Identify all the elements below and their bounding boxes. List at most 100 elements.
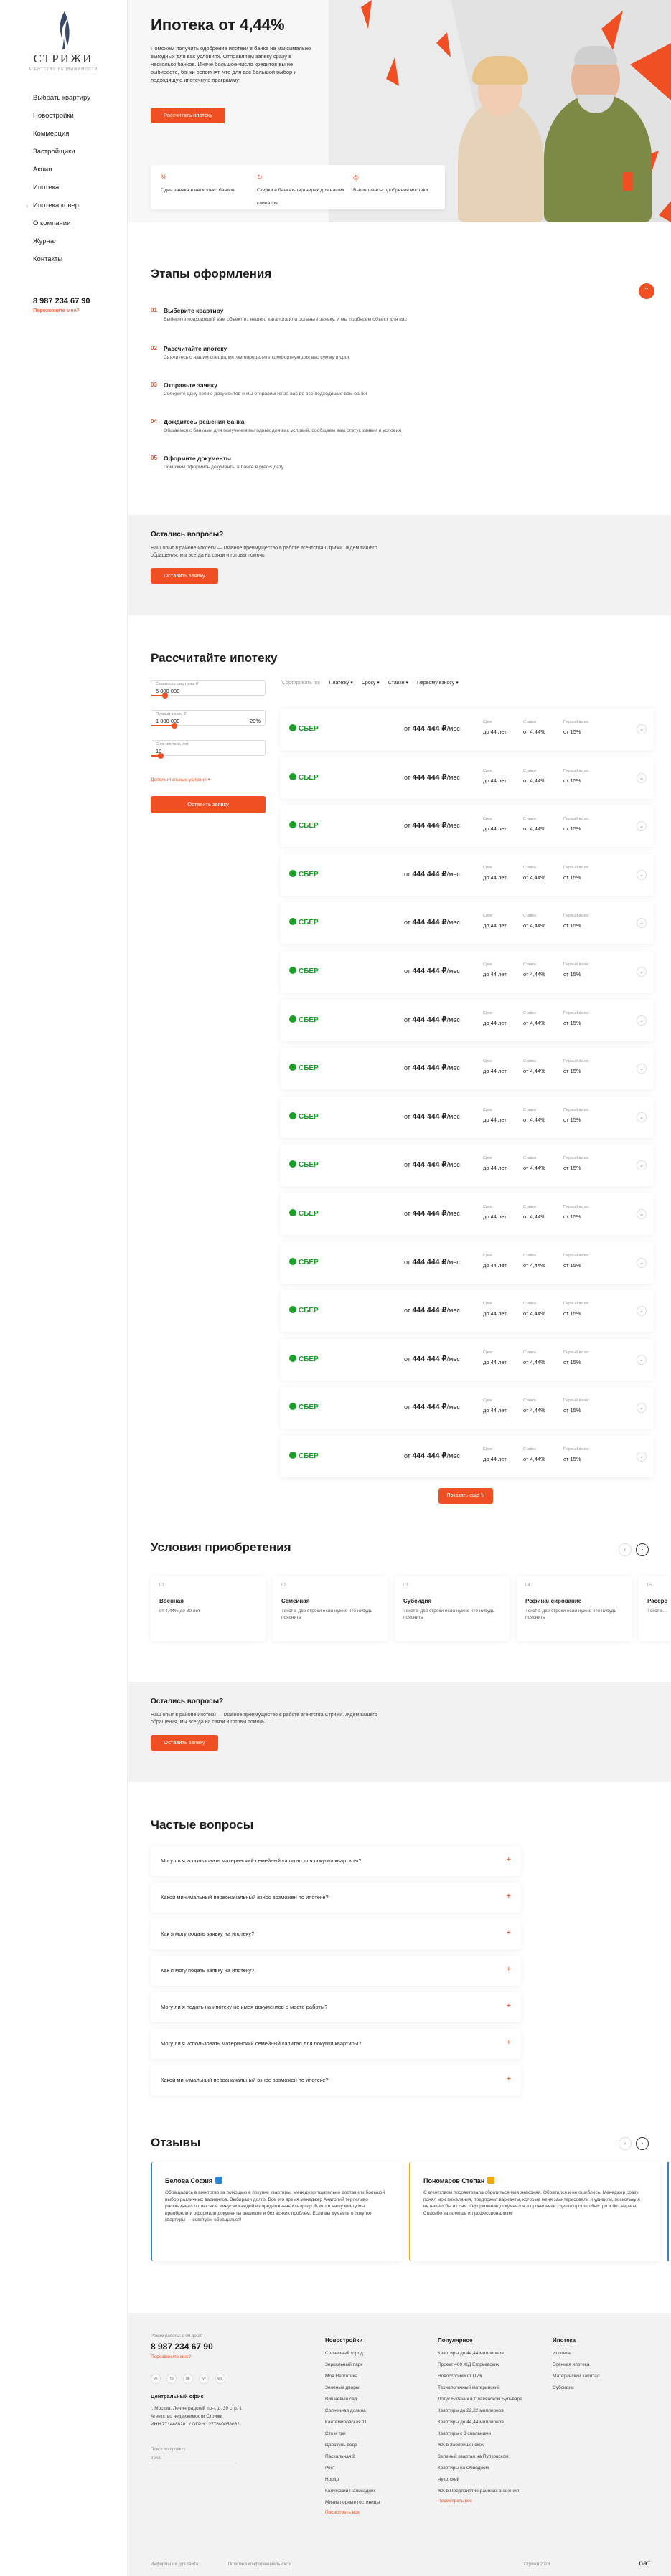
nav-item-apartments[interactable]: Выбрать квартиру <box>33 93 90 111</box>
offer-expand-button[interactable]: ⌄ <box>637 1452 647 1462</box>
footer-link[interactable]: Новостройки от ПИК <box>438 2372 522 2384</box>
apartment-price-input[interactable]: Стоимость квартиры, ₽ 5 000 000 <box>151 680 266 699</box>
faq-item[interactable]: Как я могу подать заявку на ипотеку? + <box>151 1919 521 1949</box>
condition-card[interactable]: 03 Субсидия Текст в две строки если нужн… <box>395 1576 510 1641</box>
footer-link[interactable]: ЖК в Предприятие районах значения <box>438 2487 522 2499</box>
mortgage-offer-card[interactable]: СБЕР от 444 444 ₽/мес Срок до 44 лет Ставка о… <box>281 757 654 799</box>
telegram-icon[interactable]: tg <box>166 2374 177 2384</box>
footer-link[interactable]: Военная ипотека <box>553 2361 600 2372</box>
calc-submit-button[interactable]: Оставить заявку <box>151 796 266 813</box>
term-slider-handle[interactable] <box>157 753 164 759</box>
sort-by-payment[interactable]: Платежу ▾ <box>329 681 353 686</box>
scroll-up-button[interactable]: ⌃ <box>639 283 654 299</box>
footer-link[interactable]: Ипотека <box>553 2349 600 2361</box>
price-slider-handle[interactable] <box>162 693 169 699</box>
footer-link[interactable]: Субсидии <box>553 2384 600 2395</box>
footer-link[interactable]: Солнечная долина <box>325 2407 380 2418</box>
footer-link[interactable]: Материнский капитал <box>553 2372 600 2384</box>
footer-link[interactable]: Моя Неоготика <box>325 2372 380 2384</box>
footer-link[interactable]: Зеркальный парк <box>325 2361 380 2372</box>
offer-expand-button[interactable]: ⌄ <box>637 967 647 977</box>
youtube-icon[interactable]: yt <box>199 2374 210 2384</box>
nav-item-contacts[interactable]: Контакты <box>33 255 90 273</box>
nav-item-new-buildings[interactable]: Новостройки <box>33 111 90 129</box>
footer-link[interactable]: Рост <box>325 2464 380 2476</box>
condition-card[interactable]: 02 Семейная Текст в две строки если нужн… <box>273 1576 388 1641</box>
offer-expand-button[interactable]: ⌄ <box>637 821 647 832</box>
mortgage-offer-card[interactable]: СБЕР от 444 444 ₽/мес Срок до 44 лет Ставка о… <box>281 1290 654 1332</box>
footer-link[interactable]: Чукотский <box>438 2476 522 2487</box>
offer-expand-button[interactable]: ⌄ <box>637 1306 647 1317</box>
site-info-link[interactable]: Информация для сайта <box>151 2562 198 2567</box>
mortgage-offer-card[interactable]: СБЕР от 444 444 ₽/мес Срок до 44 лет Ставка о… <box>281 1096 654 1138</box>
faq-item[interactable]: Какой минимальный первоначальный взнос в… <box>151 1883 521 1913</box>
footer-link[interactable]: Калужский Палисадник <box>325 2487 380 2499</box>
mortgage-offer-card[interactable]: СБЕР от 444 444 ₽/мес Срок до 44 лет Ставка о… <box>281 1387 654 1429</box>
down-payment-slider-handle[interactable] <box>172 723 177 729</box>
footer-link[interactable]: Вишневый сад <box>325 2395 380 2407</box>
footer-link[interactable]: Пасхальная 2 <box>325 2453 380 2464</box>
condition-card[interactable]: 01 Военная от 4,44% до 30 лет <box>151 1576 266 1641</box>
footer-link[interactable]: ЖК в Заеприщенском <box>438 2441 522 2453</box>
footer-link[interactable]: Миниатюрные гостиницы <box>325 2499 380 2510</box>
footer-link[interactable]: Квартиры на Обводном <box>438 2464 522 2476</box>
faq-item[interactable]: Могу ли я использовать материнский семей… <box>151 1846 521 1876</box>
footer-link[interactable]: Сто и три <box>325 2430 380 2441</box>
offer-expand-button[interactable]: ⌄ <box>637 724 647 734</box>
condition-card[interactable]: 05 Рассро Текст в... <box>639 1576 671 1641</box>
reviews-next-button[interactable]: › <box>636 2137 649 2150</box>
mortgage-offer-card[interactable]: СБЕР от 444 444 ₽/мес Срок до 44 лет Ставка о… <box>281 1436 654 1477</box>
nav-item-commercial[interactable]: Коммерция <box>33 129 90 147</box>
footer-link[interactable]: Солнечный город <box>325 2349 380 2361</box>
offer-expand-button[interactable]: ⌄ <box>637 1112 647 1122</box>
offer-expand-button[interactable]: ⌄ <box>637 1064 647 1074</box>
show-more-button[interactable]: Показать еще ↻ <box>438 1488 493 1504</box>
calculate-mortgage-button[interactable]: Рассчитать ипотеку <box>151 108 225 123</box>
nav-item-mortgage-cover[interactable]: › Ипотека ковер <box>26 201 90 219</box>
offer-expand-button[interactable]: ⌄ <box>637 772 647 783</box>
footer-see-all-link[interactable]: Посмотреть все <box>438 2499 522 2504</box>
ok-icon[interactable]: ok <box>182 2374 193 2384</box>
mortgage-offer-card[interactable]: СБЕР от 444 444 ₽/мес Срок до 44 лет Ставка о… <box>281 805 654 848</box>
footer-phone[interactable]: 8 987 234 67 90 <box>151 2341 213 2352</box>
sidebar-phone[interactable]: 8 987 234 67 90 <box>33 297 90 306</box>
footer-link[interactable]: Квартиры с 3 спальнями <box>438 2430 522 2441</box>
condition-card[interactable]: 04 Рефинансирование Текст в две строки е… <box>517 1576 632 1641</box>
mortgage-offer-card[interactable]: СБЕР от 444 444 ₽/мес Срок до 44 лет Ставка о… <box>281 1048 654 1090</box>
brand-logo[interactable]: СТРИЖИ АГЕНТСТВО НЕДВИЖИМОСТИ <box>27 10 99 73</box>
leave-request-button[interactable]: Оставить заявку <box>151 568 218 584</box>
footer-link[interactable]: Зеленый квартал на Пулковском <box>438 2453 522 2464</box>
footer-link[interactable]: Зеленые дворы <box>325 2384 380 2395</box>
mortgage-offer-card[interactable]: СБЕР от 444 444 ₽/мес Срок до 44 лет Ставка о… <box>281 1145 654 1187</box>
developer-logo[interactable]: na⁺ <box>639 2560 651 2567</box>
conditions-prev-button[interactable]: ‹ <box>619 1543 632 1556</box>
offer-expand-button[interactable]: ⌄ <box>637 1015 647 1026</box>
mortgage-offer-card[interactable]: СБЕР от 444 444 ₽/мес Срок до 44 лет Ставка о… <box>281 1193 654 1235</box>
faq-item[interactable]: Могу ли я подать на ипотеку не имея доку… <box>151 1992 521 2022</box>
offer-expand-button[interactable]: ⌄ <box>637 1354 647 1365</box>
footer-link[interactable]: Кантемировская 11 <box>325 2418 380 2430</box>
conditions-next-button[interactable]: › <box>636 1543 649 1556</box>
footer-callback-link[interactable]: Перезвоните мне? <box>151 2354 191 2359</box>
footer-link[interactable]: Квартиры до 22,22 миллионов <box>438 2407 522 2418</box>
offer-expand-button[interactable]: ⌄ <box>637 918 647 929</box>
footer-link[interactable]: Квартиры до 44,44 миллионов <box>438 2349 522 2361</box>
mortgage-offer-card[interactable]: СБЕР от 444 444 ₽/мес Срок до 44 лет Ставка о… <box>281 902 654 944</box>
footer-link[interactable]: Технологичный материнский <box>438 2384 522 2395</box>
whatsapp-icon[interactable]: wa <box>215 2374 225 2384</box>
faq-item[interactable]: Какой минимальный первоначальный взнос в… <box>151 2065 521 2096</box>
footer-see-all-link[interactable]: Посмотреть все <box>325 2510 380 2515</box>
sort-by-term[interactable]: Сроку ▾ <box>362 681 380 686</box>
offer-expand-button[interactable]: ⌄ <box>637 1160 647 1171</box>
footer-link[interactable]: Проект 400 ЖД Егорьевских <box>438 2361 522 2372</box>
faq-item[interactable]: Могу ли я использовать материнский семей… <box>151 2029 521 2059</box>
offer-expand-button[interactable]: ⌄ <box>637 1257 647 1268</box>
faq-item[interactable]: Как я могу подать заявку на ипотеку? + <box>151 1956 521 1986</box>
reviews-prev-button[interactable]: ‹ <box>619 2137 632 2150</box>
footer-link[interactable]: Лотус Ботаник в Славянском Бульваре <box>438 2395 522 2407</box>
sidebar-callback-link[interactable]: Перезвоните мне? <box>33 307 80 313</box>
offer-expand-button[interactable]: ⌄ <box>637 1209 647 1219</box>
nav-item-journal[interactable]: Журнал <box>33 237 90 255</box>
footer-link[interactable]: Царскуль вода <box>325 2441 380 2453</box>
mortgage-offer-card[interactable]: СБЕР от 444 444 ₽/мес Срок до 44 лет Ставка о… <box>281 1338 654 1381</box>
